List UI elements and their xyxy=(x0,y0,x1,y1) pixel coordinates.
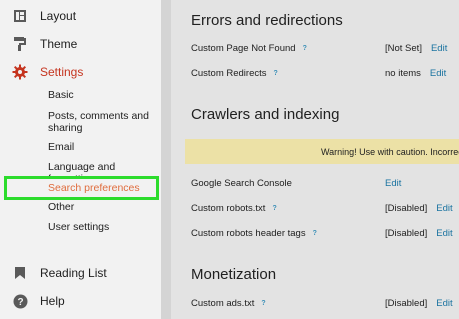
help-icon[interactable]: ? xyxy=(313,230,317,237)
section-title-monetization: Monetization xyxy=(191,266,277,283)
nav-settings-label: Settings xyxy=(40,65,84,79)
help-icon[interactable]: ? xyxy=(274,70,278,77)
nav-layout[interactable]: Layout xyxy=(0,5,76,27)
sidebar: Layout Theme Settings Basic Posts, comme… xyxy=(0,0,161,319)
sub-posts[interactable]: Posts, comments and sharing xyxy=(48,110,149,134)
sub-user-settings[interactable]: User settings xyxy=(48,221,109,233)
edit-search-console-button[interactable]: Edit xyxy=(385,178,401,189)
nav-theme-label: Theme xyxy=(40,37,78,51)
custom-page-value: [Not Set] xyxy=(385,42,422,54)
section-title-crawlers: Crawlers and indexing xyxy=(191,106,340,123)
nav-help-label: Help xyxy=(40,294,65,308)
help-icon[interactable]: ? xyxy=(303,45,307,52)
nav-settings[interactable]: Settings xyxy=(0,61,83,83)
help-icon: ? xyxy=(0,294,40,309)
nav-theme[interactable]: Theme xyxy=(0,33,77,55)
section-title-errors: Errors and redirections xyxy=(191,12,343,29)
sub-search-preferences: Search preferences xyxy=(48,182,140,194)
custom-redirects-value: no items xyxy=(385,67,421,79)
search-preferences-highlight[interactable]: Search preferences xyxy=(4,176,159,200)
ads-value: [Disabled] xyxy=(385,297,428,309)
edit-custom-page-button[interactable]: Edit xyxy=(431,43,447,54)
edit-robots-header-button[interactable]: Edit xyxy=(436,228,452,239)
sub-posts-line1: Posts, comments and xyxy=(48,110,149,122)
row-custom-page-not-found[interactable]: Custom Page Not Found? [Not Set] Edit xyxy=(191,39,459,57)
row-custom-redirects[interactable]: Custom Redirects? no items Edit xyxy=(191,64,459,82)
bookmark-icon xyxy=(0,266,40,280)
search-console-label: Google Search Console xyxy=(191,177,292,189)
svg-text:?: ? xyxy=(17,297,23,308)
nav-reading-list-label: Reading List xyxy=(40,266,107,280)
custom-redirects-label: Custom Redirects xyxy=(191,67,267,79)
panel-divider xyxy=(161,0,171,319)
sub-email[interactable]: Email xyxy=(48,141,74,153)
robots-label: Custom robots.txt xyxy=(191,202,266,214)
gear-icon xyxy=(0,64,40,80)
edit-custom-redirects-button[interactable]: Edit xyxy=(430,68,446,79)
ads-label: Custom ads.txt xyxy=(191,297,255,309)
robots-header-value: [Disabled] xyxy=(385,227,428,239)
warning-banner: Warning! Use with caution. Incorrect use xyxy=(185,139,459,164)
warning-text: Warning! Use with caution. Incorrect use xyxy=(321,146,459,157)
row-custom-robots-txt[interactable]: Custom robots.txt? [Disabled] Edit xyxy=(191,199,459,217)
help-icon[interactable]: ? xyxy=(261,300,265,307)
nav-reading-list[interactable]: Reading List xyxy=(0,262,107,284)
nav-help[interactable]: ? Help xyxy=(0,290,65,312)
robots-header-label: Custom robots header tags xyxy=(191,227,306,239)
row-google-search-console[interactable]: Google Search Console Edit xyxy=(191,174,459,192)
settings-panel: Errors and redirections Custom Page Not … xyxy=(171,0,459,319)
robots-value: [Disabled] xyxy=(385,202,428,214)
custom-page-label: Custom Page Not Found xyxy=(191,42,296,54)
sub-other[interactable]: Other xyxy=(48,201,74,213)
sub-basic[interactable]: Basic xyxy=(48,89,74,101)
help-icon[interactable]: ? xyxy=(272,205,276,212)
edit-robots-button[interactable]: Edit xyxy=(436,203,452,214)
row-custom-ads-txt[interactable]: Custom ads.txt? [Disabled] Edit xyxy=(191,294,459,312)
nav-layout-label: Layout xyxy=(40,9,77,23)
layout-icon xyxy=(0,9,40,23)
edit-ads-button[interactable]: Edit xyxy=(436,298,452,309)
sub-posts-line2: sharing xyxy=(48,122,83,134)
row-custom-robots-header-tags[interactable]: Custom robots header tags? [Disabled] Ed… xyxy=(191,224,459,242)
paint-roller-icon xyxy=(0,36,40,52)
